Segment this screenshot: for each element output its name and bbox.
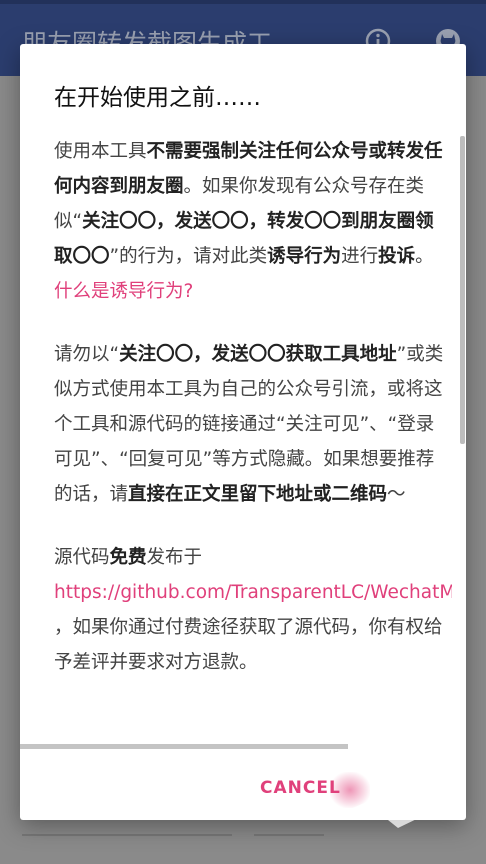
bold-text: 诱导行为 [267,246,342,267]
paragraph-no-traffic-diversion: 请勿以“关注〇〇，发送〇〇获取工具地址”或类似方式使用本工具为自己的公众号引流，… [54,337,452,512]
vertical-scrollbar[interactable] [460,136,465,444]
text-span: 请勿以“ [54,344,120,365]
screen: 朋友圈转发截图生成工... 在开始使用之前…… 使用本工具不需要强制关注任何公众… [0,0,486,864]
text-span: 源代码 [54,547,110,568]
dialog-title: 在开始使用之前…… [54,85,261,111]
dialog-body: 使用本工具不需要强制关注任何公众号或转发任何内容到朋友圈。如果你发现有公众号存在… [54,134,452,742]
text-span: ～ [387,484,406,505]
text-span: 使用本工具 [54,141,147,162]
text-span: 。 [415,246,434,267]
intro-dialog: 在开始使用之前…… 使用本工具不需要强制关注任何公众号或转发任何内容到朋友圈。如… [20,44,466,820]
source-code-link[interactable]: https://github.com/TransparentLC/WechatM… [54,582,452,603]
paragraph-source-code: 源代码免费发布于 https://github.com/TransparentLC… [54,540,452,680]
paragraph-no-forced-follow: 使用本工具不需要强制关注任何公众号或转发任何内容到朋友圈。如果你发现有公众号存在… [54,134,452,309]
corner-watermark-icon [348,770,468,830]
text-span: ，如果你通过付费途径获取了源代码，你有权给予差评并要求对方退款。 [54,617,443,673]
text-span: 进行 [341,246,379,267]
cancel-button[interactable]: CANCEL [260,778,341,798]
background-divider [22,834,232,836]
bold-text: 免费 [109,547,147,568]
horizontal-scrollbar[interactable] [20,744,348,749]
bold-text: 关注〇〇，发送〇〇获取工具地址 [119,344,397,365]
background-divider [254,834,324,836]
what-is-inducement-link[interactable]: 什么是诱导行为? [54,281,193,302]
text-span: ”或类似方式使用本工具为自己的公众号引流，或将这个工具和源代码的链接通过“关注可… [54,344,444,505]
bold-text: 直接在正文里留下地址或二维码 [128,484,388,505]
text-span: ”的行为，请对此类 [109,246,268,267]
bold-text: 投诉 [378,246,416,267]
text-span: 发布于 [146,547,203,568]
